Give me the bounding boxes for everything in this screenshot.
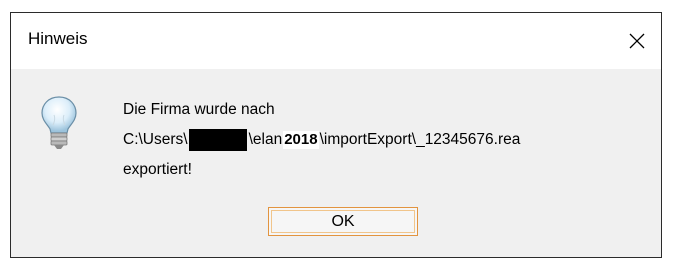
path-middle: \elan — [248, 131, 283, 148]
close-button[interactable] — [613, 13, 661, 69]
redaction-bar — [188, 129, 247, 151]
lightbulb-icon — [41, 96, 77, 149]
message-line-3: exportiert! — [123, 161, 192, 178]
ok-button[interactable]: OK — [268, 207, 418, 236]
message-line-2: C:\Users\ \elan 2018 \importExport\_1234567… — [123, 125, 520, 155]
dialog-title: Hinweis — [28, 29, 88, 48]
ok-button-label: OK — [331, 212, 355, 230]
message-text: Die Firma wurde nach C:\Users\ \elan 2018 \… — [123, 95, 520, 185]
dialog-content: Die Firma wurde nach C:\Users\ \elan 2018 \… — [11, 69, 661, 257]
path-prefix: C:\Users\ — [123, 131, 188, 148]
message-dialog: Hinweis Die Firma wurde nach C:\Users\ \… — [10, 12, 662, 258]
year-overlay: 2018 — [283, 131, 319, 149]
message-line-1: Die Firma wurde nach — [123, 101, 275, 118]
path-suffix: \importExport\_12345676.rea — [319, 131, 521, 148]
title-bar: Hinweis — [11, 13, 661, 69]
close-icon — [629, 33, 645, 49]
